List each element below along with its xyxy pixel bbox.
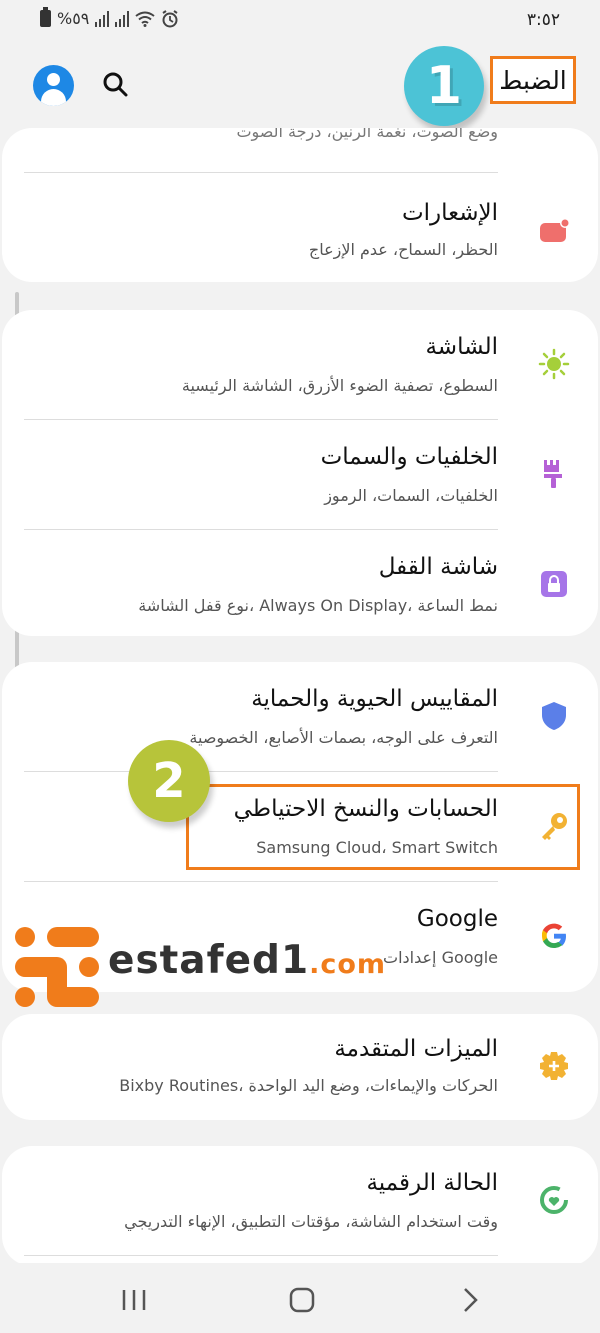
status-icons: %٥٩ bbox=[40, 7, 179, 28]
settings-item-wallpapers[interactable]: الخلفيات والسمات الخلفيات، السمات، الرمو… bbox=[2, 420, 598, 530]
settings-card-4: الميزات المتقدمة Bixby Routines، الحركات… bbox=[2, 1014, 598, 1120]
page-title: الضبط bbox=[490, 56, 576, 104]
item-title: المقاييس الحيوية والحماية bbox=[251, 686, 498, 712]
item-title: الميزات المتقدمة bbox=[334, 1036, 498, 1062]
clock: ٣:٥٢ bbox=[526, 10, 560, 30]
battery-percent: %٥٩ bbox=[57, 9, 90, 28]
item-subtitle: إعدادات Google bbox=[383, 948, 498, 967]
settings-card-5: الحالة الرقمية وقت استخدام الشاشة، مؤقتا… bbox=[2, 1146, 598, 1266]
logo-text: estafed1.com bbox=[108, 938, 387, 983]
item-subtitle: الحظر، السماح، عدم الإزعاج bbox=[308, 240, 498, 259]
google-icon bbox=[541, 923, 566, 948]
settings-item-lockscreen[interactable]: شاشة القفل نوع قفل الشاشة، Always On Dis… bbox=[2, 530, 598, 636]
item-subtitle: التعرف على الوجه، بصمات الأصابع، الخصوصي… bbox=[189, 728, 498, 747]
profile-avatar[interactable] bbox=[33, 65, 74, 106]
signal-icon-2 bbox=[115, 10, 130, 27]
settings-card-2: الشاشة السطوع، تصفية الضوء الأزرق، الشاش… bbox=[2, 310, 598, 636]
logo-dots-icon bbox=[15, 927, 99, 1007]
item-title: الإشعارات bbox=[401, 200, 498, 226]
wellbeing-icon bbox=[540, 1186, 568, 1214]
item-subtitle: الخلفيات، السمات، الرموز bbox=[324, 486, 498, 505]
gear-plus-icon bbox=[540, 1052, 568, 1080]
back-button[interactable] bbox=[450, 1283, 490, 1317]
settings-item-display[interactable]: الشاشة السطوع، تصفية الضوء الأزرق، الشاش… bbox=[2, 310, 598, 420]
step-badge-1: 1 bbox=[404, 46, 484, 126]
partial-subtitle: وضع الصوت، نغمة الرنين، درجة الصوت bbox=[236, 128, 498, 141]
alarm-icon bbox=[162, 9, 178, 27]
item-subtitle: وقت استخدام الشاشة، مؤقتات التطبيق، الإن… bbox=[124, 1212, 498, 1231]
divider bbox=[24, 1255, 498, 1256]
signal-icon bbox=[95, 10, 110, 27]
brush-icon bbox=[544, 460, 562, 488]
highlight-box-accounts bbox=[186, 784, 580, 870]
sun-icon bbox=[538, 348, 570, 380]
settings-item-notifications[interactable]: الإشعارات الحظر، السماح، عدم الإزعاج bbox=[2, 172, 598, 282]
item-title: Google bbox=[416, 906, 498, 932]
item-subtitle: نوع قفل الشاشة، Always On Display، نمط ا… bbox=[138, 596, 498, 615]
recent-apps-button[interactable] bbox=[114, 1283, 154, 1317]
item-title: شاشة القفل bbox=[378, 554, 498, 580]
lock-icon bbox=[541, 571, 567, 597]
item-title: الشاشة bbox=[425, 334, 498, 360]
item-subtitle: السطوع، تصفية الضوء الأزرق، الشاشة الرئي… bbox=[181, 376, 498, 395]
settings-item-biometrics[interactable]: المقاييس الحيوية والحماية التعرف على الو… bbox=[2, 662, 598, 772]
shield-icon bbox=[542, 702, 566, 730]
item-title: الخلفيات والسمات bbox=[320, 444, 498, 470]
battery-icon bbox=[40, 7, 51, 27]
watermark-logo: estafed1.com bbox=[14, 926, 385, 1010]
item-subtitle: Bixby Routines، الحركات والإيماءات، وضع … bbox=[119, 1076, 498, 1095]
item-title: الحالة الرقمية bbox=[366, 1170, 498, 1196]
status-bar: %٥٩ ٣:٥٢ bbox=[0, 0, 600, 40]
settings-item-advanced[interactable]: الميزات المتقدمة Bixby Routines، الحركات… bbox=[2, 1014, 598, 1120]
home-button[interactable] bbox=[282, 1283, 322, 1317]
app-header: 1 الضبط bbox=[0, 44, 600, 126]
search-icon[interactable] bbox=[100, 69, 130, 99]
navigation-bar bbox=[0, 1263, 600, 1333]
notification-icon bbox=[540, 218, 570, 242]
settings-item-wellbeing[interactable]: الحالة الرقمية وقت استخدام الشاشة، مؤقتا… bbox=[2, 1146, 598, 1256]
wifi-icon bbox=[135, 11, 156, 27]
settings-card-1: وضع الصوت، نغمة الرنين، درجة الصوت الإشع… bbox=[2, 128, 598, 282]
step-badge-2: 2 bbox=[128, 740, 210, 822]
